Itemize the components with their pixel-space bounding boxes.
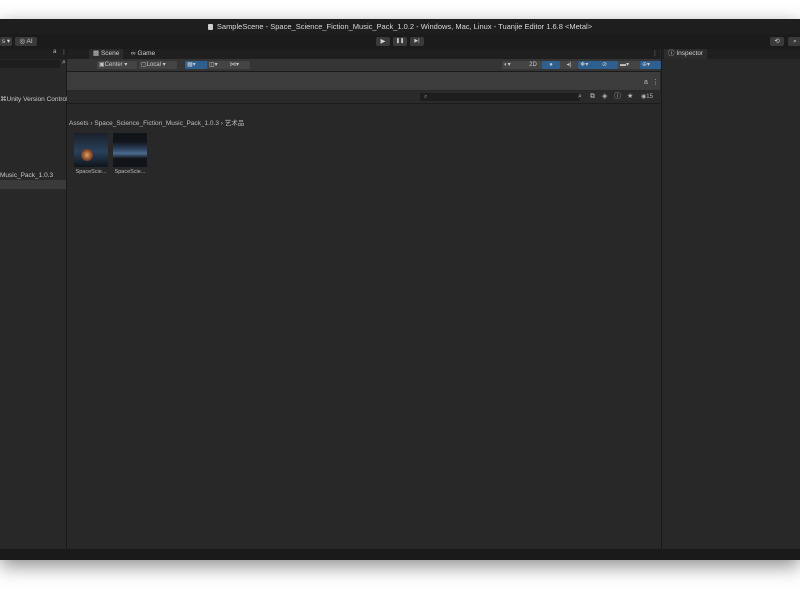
tab-inspector[interactable]: ⓘ Inspector bbox=[664, 49, 708, 59]
scene-visibility-toggle[interactable]: ⊘ bbox=[600, 61, 618, 69]
title-bar: SampleScene - Space_Science_Fiction_Musi… bbox=[0, 19, 800, 34]
inspector-panel: ⓘ Inspector bbox=[661, 49, 800, 549]
ai-icon: ◎ bbox=[19, 38, 26, 45]
ai-button[interactable]: ◎ AI bbox=[15, 37, 37, 46]
scene-project-panel: ▦ Scene ∞ Game ⋮ ▣Center ▾ ▢Local ▾ ▦▾ ◫… bbox=[67, 49, 662, 560]
play-button[interactable]: ▶ bbox=[376, 37, 390, 46]
pivot-center-dropdown[interactable]: ▣Center ▾ bbox=[97, 61, 137, 69]
search-button[interactable]: ⌕ bbox=[788, 37, 800, 46]
breadcrumb-assets[interactable]: Assets bbox=[69, 120, 89, 127]
folder-item-music-pack[interactable]: Music_Pack_1.0.3 bbox=[0, 172, 53, 179]
hierarchy-panel: a ⋮ ⌕ ⌘Unity Version Control Music_Pack_… bbox=[0, 49, 68, 549]
camera-icon: ▬▾ bbox=[620, 62, 630, 68]
eye-slash-icon: ⊘ bbox=[602, 62, 608, 68]
vcs-item[interactable]: ⌘Unity Version Control bbox=[0, 95, 68, 103]
asset-label: SpaceScie... bbox=[114, 169, 146, 175]
project-search-input[interactable]: ⌕ bbox=[420, 93, 580, 101]
status-bar bbox=[0, 549, 800, 560]
favorite-star-icon[interactable]: ★ bbox=[627, 93, 633, 101]
pivot-local-dropdown[interactable]: ▢Local ▾ bbox=[139, 61, 177, 69]
left-tabstrip: a ⋮ bbox=[0, 49, 67, 59]
grid-toggle[interactable]: ▦▾ bbox=[185, 61, 209, 69]
gizmos-icon: ⊕▾ bbox=[642, 62, 651, 68]
breadcrumb-current[interactable]: 艺术品 bbox=[225, 120, 245, 127]
tab-scene[interactable]: ▦ Scene bbox=[89, 49, 124, 59]
scene-document-icon bbox=[207, 24, 213, 30]
more-options-icon[interactable]: ⋮ bbox=[652, 49, 658, 59]
grid-icon: ▦▾ bbox=[187, 62, 196, 68]
account-dropdown[interactable]: s ▾ bbox=[0, 37, 12, 46]
search-icon: ⌕ bbox=[793, 38, 797, 45]
main-toolbar: s ▾ ◎ AI ▶ ❚❚ ▶| ⟲ ⌕ bbox=[0, 34, 800, 49]
snap-toggle[interactable]: ◫▾ bbox=[207, 61, 229, 69]
breadcrumb-pack[interactable]: Space_Science_Fiction_Music_Pack_1.0.3 bbox=[94, 120, 219, 127]
gizmos-dropdown[interactable]: ⊕▾ bbox=[640, 61, 662, 69]
history-button[interactable]: ⟲ bbox=[770, 37, 784, 46]
window-title: SampleScene - Space_Science_Fiction_Musi… bbox=[216, 22, 593, 31]
lighting-toggle[interactable]: ● bbox=[542, 61, 560, 69]
scene-tabstrip: ▦ Scene ∞ Game ⋮ bbox=[67, 49, 660, 59]
scene-toolbar: ▣Center ▾ ▢Local ▾ ▦▾ ◫▾ ⋈▾ ◐▾ 2D ● ◂) ❖… bbox=[67, 59, 662, 72]
tab-game[interactable]: ∞ Game bbox=[127, 49, 159, 59]
scene-viewport[interactable] bbox=[67, 72, 660, 90]
hierarchy-search[interactable] bbox=[0, 60, 60, 68]
increment-icon: ⋈▾ bbox=[230, 62, 240, 68]
more-options-icon[interactable]: ⋮ bbox=[652, 79, 659, 87]
inspector-tabstrip: ⓘ Inspector bbox=[662, 49, 800, 59]
effects-icon: ❖▾ bbox=[580, 62, 589, 68]
breadcrumb: Assets › Space_Science_Fiction_Music_Pac… bbox=[69, 117, 244, 127]
audio-toggle[interactable]: ◂) bbox=[560, 61, 578, 69]
label-icon[interactable]: ◈ bbox=[602, 93, 607, 101]
play-icon: ▶ bbox=[380, 38, 386, 45]
selected-folder-row[interactable] bbox=[0, 180, 66, 189]
search-icon: ⌕ bbox=[62, 59, 66, 66]
asset-thumbnail bbox=[74, 133, 108, 167]
lock-icon[interactable]: a bbox=[644, 79, 648, 87]
info-icon: ⓘ bbox=[668, 50, 675, 57]
asset-thumbnail bbox=[113, 133, 147, 167]
mode-2d-toggle[interactable]: 2D bbox=[524, 61, 542, 69]
audio-icon: ◂) bbox=[566, 62, 572, 68]
game-icon: ∞ bbox=[131, 50, 136, 57]
shading-icon: ◐▾ bbox=[504, 62, 511, 68]
info-icon[interactable]: ⓘ bbox=[614, 93, 621, 101]
search-icon: ⌕ bbox=[424, 94, 428, 100]
project-header: a ⋮ ⌕ ⌕ ⧉ ◈ ⓘ ★ ◉15 bbox=[67, 79, 660, 104]
draw-mode-dropdown[interactable]: ◐▾ bbox=[502, 61, 524, 69]
scene-icon: ▦ bbox=[93, 50, 100, 57]
pause-icon: ❚❚ bbox=[395, 38, 405, 44]
snap-icon: ◫▾ bbox=[209, 62, 218, 68]
camera-dropdown[interactable]: ▬▾ bbox=[618, 61, 640, 69]
asset-item[interactable]: SpaceScie... bbox=[73, 133, 109, 175]
search-by-type-icon[interactable]: ⌕ bbox=[578, 93, 582, 101]
pause-button[interactable]: ❚❚ bbox=[393, 37, 407, 46]
editor-window: SampleScene - Space_Science_Fiction_Musi… bbox=[0, 19, 800, 560]
light-bulb-icon: ● bbox=[549, 62, 553, 68]
step-button[interactable]: ▶| bbox=[410, 37, 424, 46]
increment-snap-toggle[interactable]: ⋈▾ bbox=[228, 61, 250, 69]
lock-icon[interactable]: a bbox=[53, 49, 56, 55]
history-icon: ⟲ bbox=[774, 38, 780, 45]
asset-item[interactable]: SpaceScie... bbox=[112, 133, 148, 175]
filter-by-type-icon[interactable]: ⧉ bbox=[590, 93, 595, 101]
hidden-packages-count[interactable]: ◉15 bbox=[641, 93, 653, 101]
step-icon: ▶| bbox=[414, 38, 420, 44]
effects-dropdown[interactable]: ❖▾ bbox=[578, 61, 602, 69]
asset-label: SpaceScie... bbox=[75, 169, 107, 175]
